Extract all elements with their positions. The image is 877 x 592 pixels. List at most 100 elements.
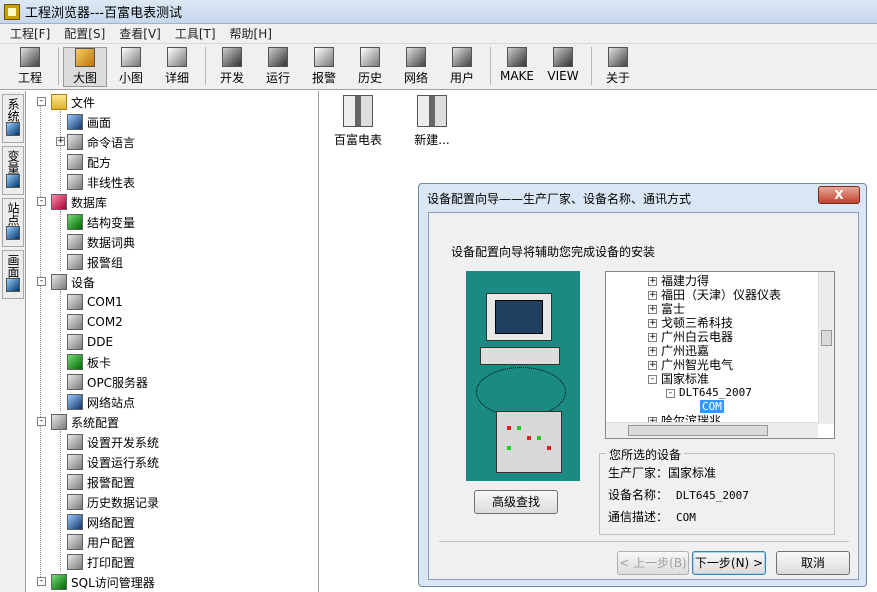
tree-collapse-toggle[interactable]: - bbox=[37, 97, 46, 106]
sql-icon bbox=[51, 574, 67, 590]
tree-collapse-toggle[interactable]: - bbox=[37, 197, 46, 206]
tree-node-com1[interactable]: COM1 bbox=[67, 292, 123, 312]
tree-node-board[interactable]: 板卡 bbox=[67, 352, 111, 372]
tree-node-alarm-groups[interactable]: 报警组 bbox=[67, 252, 123, 272]
list-item-dlt645-2007[interactable]: - DLT645_2007 bbox=[666, 386, 752, 400]
file-item-new[interactable]: 新建... bbox=[402, 95, 462, 148]
toolbar-alarm-button[interactable]: 报警 bbox=[302, 47, 346, 87]
tree-expand-toggle[interactable]: + bbox=[56, 137, 65, 146]
menu-bar: 工程[F] 配置[S] 查看[V] 工具[T] 帮助[H] bbox=[0, 24, 877, 44]
side-tab-system[interactable]: 系统 bbox=[2, 94, 24, 143]
side-tab-variables[interactable]: 变量 bbox=[2, 146, 24, 195]
toolbar-about-button[interactable]: 关于 bbox=[596, 47, 640, 87]
tree-node-data-dictionary[interactable]: 数据词典 bbox=[67, 232, 135, 252]
dialog-subtitle: 设备配置向导将辅助您完成设备的安装 bbox=[451, 245, 656, 259]
tree-node-history-record[interactable]: 历史数据记录 bbox=[67, 492, 159, 512]
project-tree: - 文件 画面 + 命令语言 配方 非线性表 - 数据库 结构变量 数据词典 报警组 … bbox=[27, 91, 319, 592]
tree-node-struct-variables[interactable]: 结构变量 bbox=[67, 212, 135, 232]
menu-help[interactable]: 帮助[H] bbox=[230, 25, 272, 42]
tree-node-command-language[interactable]: + 命令语言 bbox=[56, 132, 135, 152]
tree-node-alarm-config[interactable]: 报警配置 bbox=[67, 472, 135, 492]
computer-case-icon bbox=[480, 347, 560, 365]
tree-node-file[interactable]: - 文件 bbox=[37, 92, 95, 112]
file-item-baifu-meter[interactable]: 百富电表 bbox=[328, 95, 388, 148]
cancel-button[interactable]: 取消 bbox=[776, 551, 850, 575]
screen-icon bbox=[67, 114, 83, 130]
menu-project[interactable]: 工程[F] bbox=[10, 25, 50, 42]
tree-node-network-station[interactable]: 网络站点 bbox=[67, 392, 135, 412]
tree-collapse-toggle[interactable]: - bbox=[37, 277, 46, 286]
selected-device-name-row: 设备名称： DLT645_2007 bbox=[608, 488, 749, 502]
stations-icon bbox=[6, 226, 20, 240]
toolbar-history-button[interactable]: 历史 bbox=[348, 47, 392, 87]
side-tab-strip: 系统 变量 站点 画面 bbox=[0, 91, 26, 592]
tree-node-dev-system-settings[interactable]: 设置开发系统 bbox=[67, 432, 159, 452]
tree-node-nonlinear-table[interactable]: 非线性表 bbox=[67, 172, 135, 192]
tree-guide-line bbox=[60, 291, 61, 411]
toolbar-project-button[interactable]: 工程 bbox=[8, 47, 52, 87]
menu-config[interactable]: 配置[S] bbox=[64, 25, 105, 42]
alarm-icon bbox=[314, 47, 334, 67]
next-step-button[interactable]: 下一步(N) > bbox=[692, 551, 766, 575]
advanced-search-button[interactable]: 高级查找 bbox=[474, 490, 558, 514]
tree-node-system-config[interactable]: - 系统配置 bbox=[37, 412, 119, 432]
history-icon bbox=[360, 47, 380, 67]
menu-tools[interactable]: 工具[T] bbox=[175, 25, 216, 42]
toolbar-small-icons-button[interactable]: 小图 bbox=[109, 47, 153, 87]
list-item-fujian-lide[interactable]: + 福建力得 bbox=[648, 274, 709, 288]
dialog-title: 设备配置向导——生产厂家、设备名称、通讯方式 bbox=[427, 192, 692, 206]
tree-node-network-config[interactable]: 网络配置 bbox=[67, 512, 135, 532]
list-item-guangzhou-zhiguang[interactable]: + 广州智光电气 bbox=[648, 358, 733, 372]
prev-step-button[interactable]: < 上一步(B) bbox=[617, 551, 689, 575]
scrollbar-thumb[interactable] bbox=[628, 425, 768, 436]
toolbar-large-icons-button[interactable]: 大图 bbox=[63, 47, 107, 87]
list-item-futian-tianjin[interactable]: + 福田（天津）仪器仪表 bbox=[648, 288, 781, 302]
tree-collapse-toggle[interactable]: - bbox=[37, 577, 46, 586]
toolbar-develop-button[interactable]: 开发 bbox=[210, 47, 254, 87]
list-item-com[interactable]: COM bbox=[700, 400, 724, 414]
printer-icon bbox=[67, 554, 83, 570]
list-item-guangzhou-xunjia[interactable]: + 广州迅嘉 bbox=[648, 344, 709, 358]
tree-node-database[interactable]: - 数据库 bbox=[37, 192, 107, 212]
network-icon bbox=[406, 47, 426, 67]
screen-file-icon bbox=[417, 95, 447, 127]
list-item-gordon-sanxi[interactable]: + 戈顿三希科技 bbox=[648, 316, 733, 330]
selected-comm-desc-row: 通信描述： COM bbox=[608, 510, 696, 524]
tree-node-com2[interactable]: COM2 bbox=[67, 312, 123, 332]
dialog-close-button[interactable]: X bbox=[818, 186, 860, 204]
tree-node-print-config[interactable]: 打印配置 bbox=[67, 552, 135, 572]
tree-node-screens[interactable]: 画面 bbox=[67, 112, 111, 132]
list-item-national-standard[interactable]: - 国家标准 bbox=[648, 372, 709, 386]
list-item-guangzhou-baiyun[interactable]: + 广州白云电器 bbox=[648, 330, 733, 344]
toolbar-details-button[interactable]: 详细 bbox=[155, 47, 199, 87]
tree-collapse-toggle[interactable]: - bbox=[37, 417, 46, 426]
tree-node-recipe[interactable]: 配方 bbox=[67, 152, 111, 172]
tree-node-runtime-settings[interactable]: 设置运行系统 bbox=[67, 452, 159, 472]
dialog-divider bbox=[439, 541, 849, 542]
tree-node-opc-server[interactable]: OPC服务器 bbox=[67, 372, 148, 392]
scrollbar-thumb[interactable] bbox=[821, 330, 832, 346]
side-tab-screens[interactable]: 画面 bbox=[2, 250, 24, 299]
device-config-wizard-dialog: 设备配置向导——生产厂家、设备名称、通讯方式 X 设备配置向导将辅助您完成设备的… bbox=[418, 183, 867, 587]
toolbar-make-button[interactable]: MAKE bbox=[495, 47, 539, 87]
manufacturer-tree-list[interactable]: + 福建力得 + 福田（天津）仪器仪表 + 富士 + 戈顿三希科技 + 广州白云电器 + 广… bbox=[605, 271, 835, 439]
tree-guide-line bbox=[60, 211, 61, 271]
cable-line bbox=[476, 367, 566, 417]
toolbar-network-button[interactable]: 网络 bbox=[394, 47, 438, 87]
toolbar-user-button[interactable]: 用户 bbox=[440, 47, 484, 87]
tree-node-devices[interactable]: - 设备 bbox=[37, 272, 95, 292]
toolbar-view-button[interactable]: VIEW bbox=[541, 47, 585, 87]
system-icon bbox=[6, 122, 20, 136]
tree-node-user-config[interactable]: 用户配置 bbox=[67, 532, 135, 552]
list-item-fuji[interactable]: + 富士 bbox=[648, 302, 685, 316]
toolbar-run-button[interactable]: 运行 bbox=[256, 47, 300, 87]
large-icons-icon bbox=[75, 48, 95, 67]
tree-node-dde[interactable]: DDE bbox=[67, 332, 113, 352]
side-tab-stations[interactable]: 站点 bbox=[2, 198, 24, 247]
recipe-icon bbox=[67, 154, 83, 170]
list-vertical-scrollbar[interactable] bbox=[818, 272, 834, 424]
user-icon bbox=[67, 534, 83, 550]
menu-view[interactable]: 查看[V] bbox=[119, 25, 161, 42]
tree-node-sql-access-manager[interactable]: - SQL访问管理器 bbox=[37, 572, 155, 592]
list-horizontal-scrollbar[interactable] bbox=[606, 422, 818, 438]
